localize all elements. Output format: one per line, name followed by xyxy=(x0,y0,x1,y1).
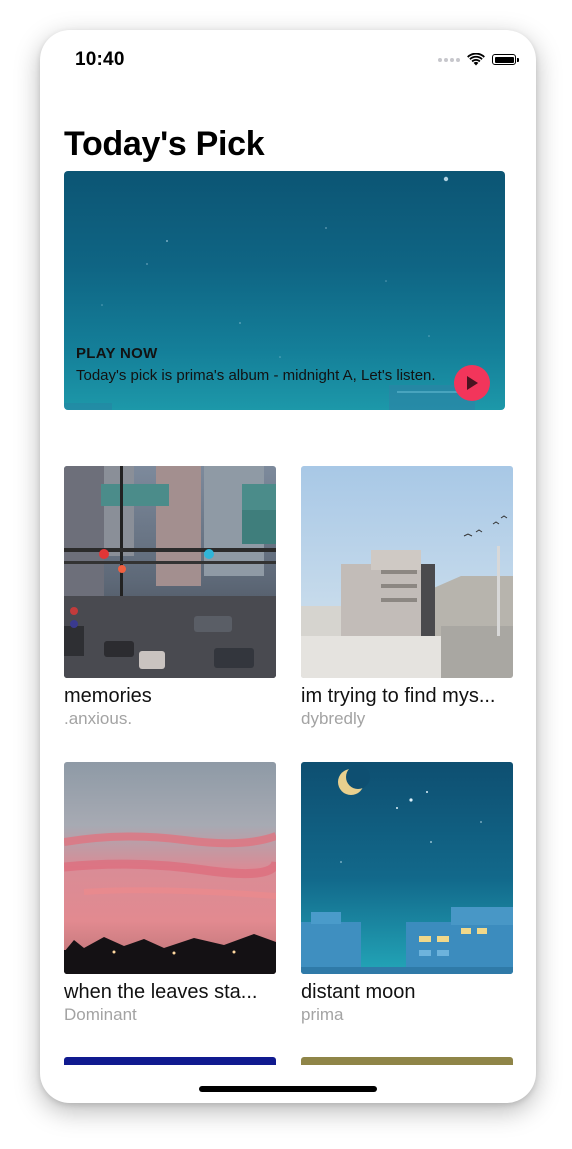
album-card[interactable]: im trying to find mys... dybredly xyxy=(301,466,513,730)
status-icons xyxy=(438,53,519,66)
album-artist: .anxious. xyxy=(64,709,133,728)
album-artist: prima xyxy=(301,1005,344,1024)
page-title: Today's Pick xyxy=(64,125,265,163)
battery-icon xyxy=(492,54,519,65)
album-cover xyxy=(64,466,276,678)
play-icon xyxy=(467,376,478,390)
home-indicator[interactable] xyxy=(199,1086,377,1092)
signal-icon xyxy=(438,57,460,62)
wifi-icon xyxy=(467,53,485,66)
album-cover-peek[interactable] xyxy=(64,1057,276,1065)
album-title: im trying to find mys... xyxy=(301,685,496,707)
featured-description: Today's pick is prima's album - midnight… xyxy=(76,367,436,384)
album-cover xyxy=(64,762,276,974)
album-card[interactable]: memories .anxious. xyxy=(64,466,276,730)
album-title: when the leaves sta... xyxy=(64,981,258,1003)
album-title: memories xyxy=(64,685,152,707)
status-time: 10:40 xyxy=(75,49,125,70)
album-cover xyxy=(301,466,513,678)
album-artist: Dominant xyxy=(64,1005,137,1024)
album-artist: dybredly xyxy=(301,709,366,728)
album-card[interactable]: when the leaves sta... Dominant xyxy=(64,762,276,1026)
featured-card[interactable]: PLAY NOW Today's pick is prima's album -… xyxy=(64,171,505,410)
album-title: distant moon xyxy=(301,981,416,1003)
play-button[interactable] xyxy=(454,365,490,401)
album-cover xyxy=(301,762,513,974)
status-bar: 10:40 xyxy=(40,30,536,86)
album-card[interactable]: distant moon prima xyxy=(301,762,513,1026)
featured-label: PLAY NOW xyxy=(76,345,158,362)
phone-screen: 10:40 Today's Pick PLAY NOW Today's pick… xyxy=(40,30,536,1103)
album-cover-peek[interactable] xyxy=(301,1057,513,1065)
